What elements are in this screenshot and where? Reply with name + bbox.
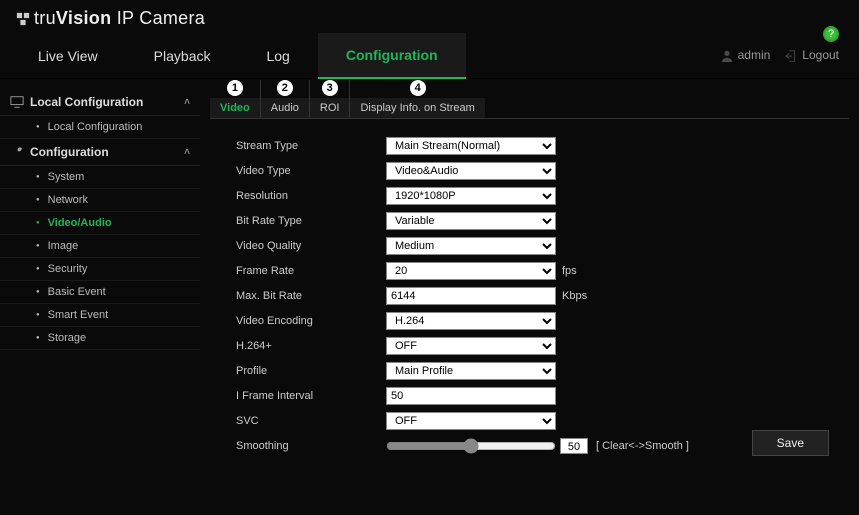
label-resolution: Resolution — [236, 190, 386, 202]
sidebar-item-image[interactable]: Image — [0, 235, 200, 258]
select-stream-type[interactable]: Main Stream(Normal) — [386, 137, 556, 155]
nav-tab-playback[interactable]: Playback — [126, 33, 239, 79]
label-h264-plus: H.264+ — [236, 340, 386, 352]
brand-title: truVision IP Camera — [34, 8, 205, 29]
label-video-quality: Video Quality — [236, 240, 386, 252]
content-panel: 1 Video 2 Audio 3 ROI 4 Display Info. on… — [200, 79, 859, 468]
wrench-icon — [10, 145, 24, 159]
video-settings-form: Stream Type Main Stream(Normal) Video Ty… — [210, 119, 849, 458]
label-stream-type: Stream Type — [236, 140, 386, 152]
user-name[interactable]: admin — [720, 48, 771, 63]
chevron-up-icon: ˄ — [184, 97, 190, 108]
sidebar-head-configuration[interactable]: Configuration ˄ — [0, 139, 200, 166]
sidebar-item-network[interactable]: Network — [0, 189, 200, 212]
sidebar-item-local-configuration[interactable]: Local Configuration — [0, 116, 200, 139]
label-video-encoding: Video Encoding — [236, 315, 386, 327]
label-smoothing: Smoothing — [236, 440, 386, 452]
label-bit-rate-type: Bit Rate Type — [236, 215, 386, 227]
select-resolution[interactable]: 1920*1080P — [386, 187, 556, 205]
callout-4: 4 — [410, 80, 426, 96]
select-svc[interactable]: OFF — [386, 412, 556, 430]
slider-smoothing[interactable] — [386, 438, 556, 454]
smoothing-value: 50 — [560, 438, 588, 454]
unit-kbps: Kbps — [562, 290, 587, 302]
select-video-type[interactable]: Video&Audio — [386, 162, 556, 180]
subtab-video[interactable]: Video — [210, 98, 260, 118]
brand-header: truVision IP Camera — [0, 0, 859, 33]
sidebar-head-local-config[interactable]: Local Configuration ˄ — [0, 89, 200, 116]
sidebar-head-label: Configuration — [30, 145, 109, 159]
select-video-encoding[interactable]: H.264 — [386, 312, 556, 330]
callout-3: 3 — [322, 80, 338, 96]
smoothing-hint: [ Clear<->Smooth ] — [596, 440, 689, 452]
unit-fps: fps — [562, 265, 577, 277]
brand-logo-icon — [16, 12, 30, 26]
sidebar-item-video-audio[interactable]: Video/Audio — [0, 212, 200, 235]
select-frame-rate[interactable]: 20 — [386, 262, 556, 280]
subtab-roi[interactable]: ROI — [310, 98, 350, 118]
logout-link[interactable]: Logout — [784, 48, 839, 63]
sidebar-item-security[interactable]: Security — [0, 258, 200, 281]
save-button[interactable]: Save — [752, 430, 829, 456]
help-icon[interactable]: ? — [823, 26, 839, 42]
subtab-display-info[interactable]: Display Info. on Stream — [350, 98, 484, 118]
sidebar-group-configuration: Configuration ˄ System Network Video/Aud… — [0, 139, 200, 350]
label-i-frame: I Frame Interval — [236, 390, 386, 402]
sidebar-item-system[interactable]: System — [0, 166, 200, 189]
sidebar-item-smart-event[interactable]: Smart Event — [0, 304, 200, 327]
user-area: admin Logout — [720, 48, 859, 63]
nav-tab-configuration[interactable]: Configuration — [318, 33, 466, 79]
input-i-frame[interactable] — [386, 387, 556, 405]
label-max-bit-rate: Max. Bit Rate — [236, 290, 386, 302]
select-bit-rate-type[interactable]: Variable — [386, 212, 556, 230]
sidebar-head-label: Local Configuration — [30, 95, 143, 109]
sidebar: Local Configuration ˄ Local Configuratio… — [0, 79, 200, 468]
subtab-audio[interactable]: Audio — [261, 98, 309, 118]
callout-1: 1 — [227, 80, 243, 96]
sidebar-item-storage[interactable]: Storage — [0, 327, 200, 350]
sub-tabs: 1 Video 2 Audio 3 ROI 4 Display Info. on… — [210, 83, 849, 119]
label-profile: Profile — [236, 365, 386, 377]
select-video-quality[interactable]: Medium — [386, 237, 556, 255]
nav-tab-log[interactable]: Log — [238, 33, 317, 79]
callout-2: 2 — [277, 80, 293, 96]
sidebar-group-local-config: Local Configuration ˄ Local Configuratio… — [0, 89, 200, 139]
select-h264-plus[interactable]: OFF — [386, 337, 556, 355]
monitor-icon — [10, 95, 24, 109]
input-max-bit-rate[interactable] — [386, 287, 556, 305]
user-icon — [720, 49, 734, 63]
main-nav: Live View Playback Log Configuration adm… — [0, 33, 859, 79]
label-svc: SVC — [236, 415, 386, 427]
nav-tab-live-view[interactable]: Live View — [10, 33, 126, 79]
label-video-type: Video Type — [236, 165, 386, 177]
logout-icon — [784, 49, 798, 63]
chevron-up-icon: ˄ — [184, 147, 190, 158]
select-profile[interactable]: Main Profile — [386, 362, 556, 380]
sidebar-item-basic-event[interactable]: Basic Event — [0, 281, 200, 304]
label-frame-rate: Frame Rate — [236, 265, 386, 277]
